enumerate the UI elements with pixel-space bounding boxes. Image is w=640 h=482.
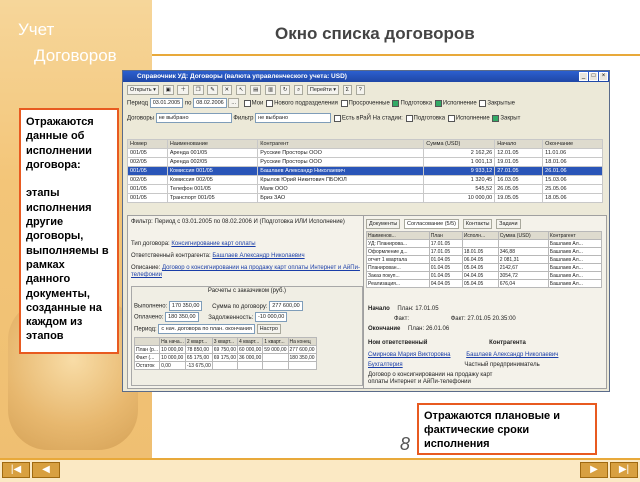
overdue-checkbox[interactable] xyxy=(340,99,348,107)
close-button[interactable]: × xyxy=(599,72,608,81)
stage-exec-checkbox[interactable] xyxy=(447,114,455,122)
table-row[interactable]: Оформление д... 17.01.05 18.01.05 346,88 Баш… xyxy=(366,247,603,256)
period-to-input[interactable]: 08.02.2006 xyxy=(193,98,227,108)
delete-icon[interactable]: ✕ xyxy=(221,85,233,95)
logo-line-2: Договоров xyxy=(34,46,117,65)
col-sum[interactable]: Сумма (USD) xyxy=(423,139,496,149)
col-end[interactable]: Окончание xyxy=(542,139,603,149)
first-slide-button[interactable]: |◀ xyxy=(2,462,30,478)
table-row[interactable]: 001/05 Транспорт 001/05 Бриз ЗАО 10 000,00 1… xyxy=(127,193,603,203)
table-row-selected[interactable]: 001/05 Комиссия 001/05 Башлаев Александр Н… xyxy=(127,166,603,176)
description-link[interactable]: Договор о консигнировании на продажу кар… xyxy=(131,265,360,278)
toolbar: Открыть ▾ ▣ ＋ ❐ ✎ ✕ ↖ ▤ ▥ ↻ ⌕ Перейти ▾ … xyxy=(127,85,367,95)
contract-type-link[interactable]: Консигнирование карт оплаты xyxy=(171,241,255,247)
execution-checkbox[interactable] xyxy=(434,99,442,107)
table-row[interactable]: Планирован... 01.04.05 05.04.05 2142,67 Башл… xyxy=(366,263,603,272)
table-row[interactable]: План (р... 10 000,00 78 850,00 69 750,00 60 … xyxy=(133,345,317,354)
counterparty-name-link[interactable]: Башлаев Александр Николаевич xyxy=(466,352,558,358)
page-number: 8 xyxy=(400,434,411,454)
cursor-icon[interactable]: ↖ xyxy=(235,85,247,95)
tab-approval[interactable]: Согласование (5/5) xyxy=(404,219,460,229)
contracts-table: Номер Наименование Контрагент Сумма (USD… xyxy=(127,139,603,203)
maximize-button[interactable]: □ xyxy=(589,72,598,81)
add-icon[interactable]: ＋ xyxy=(177,85,189,95)
slide-title: Окно списка договоров xyxy=(275,24,475,43)
col-name[interactable]: Наименование xyxy=(166,139,259,149)
table-row[interactable]: Заказ покуп... 01.04.05 04.04.05 3054,72 Баш… xyxy=(366,271,603,280)
window-titlebar: Справочник УД: Договоры (валюта управлен… xyxy=(123,71,609,82)
find-icon[interactable]: ⌕ xyxy=(294,85,304,95)
new-division-checkbox[interactable] xyxy=(266,99,274,107)
table-row[interactable]: отчет 1 квартала 01.04.05 06.04.05 2 081,31… xyxy=(366,255,603,264)
execution-plan-panel: Документы Согласование (5/5) Контакты За… xyxy=(363,215,607,389)
filter-description: Период с 03.01.2005 по 08.02.2006 И (Под… xyxy=(154,219,345,225)
logo-line-1: Учет xyxy=(18,20,55,39)
closed-checkbox[interactable] xyxy=(479,99,487,107)
contracts-filter-row: Договоры не выбрано Фильтр не выбрано Ес… xyxy=(127,113,521,123)
help-icon[interactable]: ? xyxy=(355,85,365,95)
next-slide-button[interactable]: ▶ xyxy=(580,462,608,478)
table-row[interactable]: 002/05 Комиссия 002/05 Крылов Юрий Никитов… xyxy=(127,175,603,185)
tab-contacts[interactable]: Контакты xyxy=(462,219,493,229)
table-row[interactable]: Остаток 0,00 -13 675,00 xyxy=(133,361,317,370)
mine-checkbox[interactable] xyxy=(243,99,251,107)
table-row[interactable]: 001/05 Аренда 001/05 Русские Просторы ООО 2… xyxy=(127,148,603,158)
go-menu-button[interactable]: Перейти ▾ xyxy=(306,85,339,95)
open-menu-button[interactable]: Открыть ▾ xyxy=(127,85,159,95)
period-select[interactable]: с нач. договора по план. окончания xyxy=(158,324,255,334)
contracts-table-header: Номер Наименование Контрагент Сумма (USD… xyxy=(127,139,603,149)
responsible-link[interactable]: Башлаев Александр Николаевич xyxy=(212,253,304,259)
app-window: Справочник УД: Договоры (валюта управлен… xyxy=(122,70,610,392)
period-select-button[interactable]: ... xyxy=(228,98,239,108)
col-start[interactable]: Начало xyxy=(494,139,544,149)
preparation-checkbox[interactable] xyxy=(392,99,400,107)
callout-execution-data: Отражаются данные об исполнении договора… xyxy=(19,108,119,354)
last-slide-button[interactable]: ▶| xyxy=(610,462,638,478)
plan-tabs: Документы Согласование (5/5) Контакты За… xyxy=(366,219,523,229)
responsible-name-link[interactable]: Смирнова Мария Викторовна xyxy=(368,352,451,358)
prev-slide-button[interactable]: ◀ xyxy=(32,462,60,478)
edit-icon[interactable]: ✎ xyxy=(207,85,218,95)
table-row[interactable]: 001/05 Телефон 001/05 Маяк ООО 545,52 26.05.… xyxy=(127,184,603,194)
col-number[interactable]: Номер xyxy=(127,139,168,149)
tree-icon[interactable]: ▥ xyxy=(264,85,277,95)
stage-closed-checkbox[interactable] xyxy=(492,114,500,122)
filter-select[interactable]: не выбрано xyxy=(255,113,332,123)
settings-button[interactable]: Настро xyxy=(256,324,281,334)
sigma-icon[interactable]: Σ xyxy=(342,85,353,95)
period-from-input[interactable]: 03.01.2005 xyxy=(149,98,184,108)
doc-icon[interactable]: ▤ xyxy=(250,85,262,95)
copy-icon[interactable]: ❐ xyxy=(192,85,204,95)
col-counterparty[interactable]: Контрагент xyxy=(257,139,425,149)
settlements-table: На нача... 2 кварт... 3 кварт... 4 кварт...… xyxy=(133,337,317,370)
period-filter-row: Период 03.01.2005 по 08.02.2006 ... Мои … xyxy=(127,98,515,108)
table-row[interactable]: Факт (... 10 000,00 65 175,00 69 175,00 36 0… xyxy=(133,353,317,362)
header-divider xyxy=(152,54,640,56)
tab-documents[interactable]: Документы xyxy=(366,219,401,229)
settlements-group: Расчеты с заказчиком (руб.) Выполнено: 1… xyxy=(131,286,363,386)
callout-plan-dates: Отражаются плановые и фактические сроки … xyxy=(417,403,597,455)
contracts-select[interactable]: не выбрано xyxy=(155,113,232,123)
stage-prep-checkbox[interactable] xyxy=(405,114,413,122)
tab-tasks[interactable]: Задачи xyxy=(496,219,521,229)
refresh-icon[interactable]: ↻ xyxy=(279,85,291,95)
contract-detail-panel: Фильтр: Период с 03.01.2005 по 08.02.200… xyxy=(127,215,365,389)
plan-stages-table: Наименов... План Исполн... Сумма (USD) Контр… xyxy=(366,231,603,288)
table-row[interactable]: 002/05 Аренда 002/05 Русские Просторы ООО 1… xyxy=(127,157,603,167)
bottom-nav-bar xyxy=(0,458,640,482)
department-link[interactable]: Бухгалтерия xyxy=(368,362,403,368)
consider-vizy-checkbox[interactable] xyxy=(333,114,341,122)
minimize-button[interactable]: _ xyxy=(579,72,588,81)
table-row[interactable]: Реализация... 04.04.05 05.04.05 676,04 Башла… xyxy=(366,279,603,288)
table-row[interactable]: УД: Планирова... 17.01.05 Башлаев Ал... xyxy=(366,239,603,248)
print-icon[interactable]: ▣ xyxy=(162,85,174,95)
